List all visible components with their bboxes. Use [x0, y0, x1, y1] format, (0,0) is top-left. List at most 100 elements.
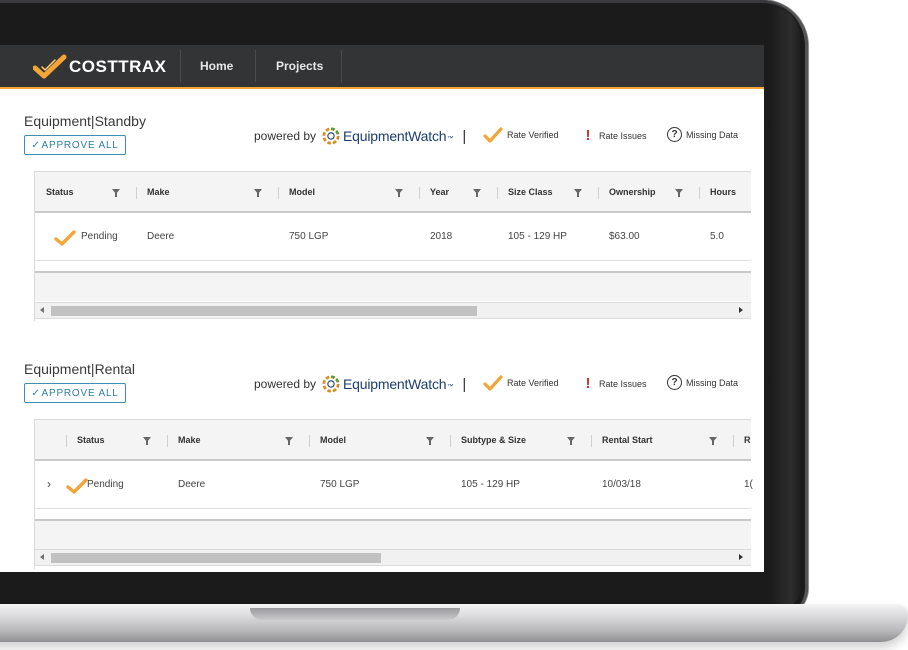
standby-approve-all-button[interactable]: ✓ APPROVE ALL — [24, 135, 126, 155]
scroll-left-arrow-icon[interactable] — [40, 554, 44, 560]
column-separator[interactable] — [591, 435, 592, 447]
standby-section-title: Equipment|Standby — [24, 113, 146, 129]
column-separator[interactable] — [450, 435, 451, 447]
column-separator[interactable] — [278, 187, 279, 199]
column-separator[interactable] — [497, 187, 498, 199]
legend-rate-issues: ! Rate Issues — [585, 375, 647, 392]
powered-by-equipmentwatch: powered by EquipmentWatch ™ | — [254, 127, 466, 145]
filter-icon[interactable] — [143, 437, 151, 445]
legend-rate-issues: ! Rate Issues — [585, 127, 647, 144]
cell-make: Deere — [178, 479, 206, 490]
equipmentwatch-gear-icon — [322, 375, 340, 393]
standby-horizontal-scrollbar[interactable] — [35, 302, 751, 319]
legend-rate-verified-label: Rate Verified — [507, 378, 559, 388]
cell-size-class: 105 - 129 HP — [508, 231, 567, 242]
scrollbar-thumb[interactable] — [51, 306, 477, 316]
column-separator[interactable] — [167, 435, 168, 447]
scrollbar-thumb[interactable] — [51, 553, 381, 563]
scroll-left-arrow-icon[interactable] — [40, 307, 44, 313]
rental-section-title: Equipment|Rental — [24, 361, 136, 377]
column-header-model[interactable]: Model — [320, 420, 346, 460]
filter-icon[interactable] — [112, 189, 120, 197]
rental-horizontal-scrollbar[interactable] — [35, 549, 751, 566]
filter-icon[interactable] — [567, 437, 575, 445]
column-separator[interactable] — [598, 187, 599, 199]
filter-icon[interactable] — [285, 437, 293, 445]
rental-grid-footer — [35, 519, 751, 549]
column-header-status[interactable]: Status — [46, 172, 74, 212]
filter-icon[interactable] — [574, 189, 582, 197]
column-header-model[interactable]: Model — [289, 172, 315, 212]
filter-icon[interactable] — [709, 437, 717, 445]
rental-approve-all-button[interactable]: ✓ APPROVE ALL — [24, 383, 126, 403]
legend-rate-verified-label: Rate Verified — [507, 130, 559, 140]
filter-icon[interactable] — [254, 189, 262, 197]
column-separator[interactable] — [309, 435, 310, 447]
check-orange-icon — [483, 375, 503, 391]
exclamation-icon: ! — [585, 375, 591, 392]
nav-projects[interactable]: Projects — [276, 45, 323, 87]
cell-status: Pending — [87, 479, 124, 490]
rental-grid: Status Make Model Subtype & Size Rental … — [34, 419, 764, 569]
filter-icon[interactable] — [675, 189, 683, 197]
filter-icon[interactable] — [395, 189, 403, 197]
column-separator[interactable] — [419, 187, 420, 199]
powered-by-equipmentwatch: powered by EquipmentWatch ™ | — [254, 375, 466, 393]
cell-status: Pending — [81, 231, 118, 242]
nav-divider — [255, 50, 256, 82]
chevron-right-icon[interactable]: › — [47, 461, 51, 509]
question-circle-icon: ? — [667, 127, 682, 142]
cell-year: 2018 — [430, 231, 453, 242]
vertical-divider: | — [462, 127, 467, 145]
check-orange-icon — [483, 127, 503, 143]
standby-grid-header: Status Make Model Year Size Class Owners… — [35, 171, 751, 213]
cell-make: Deere — [147, 231, 175, 242]
filter-icon[interactable] — [426, 437, 434, 445]
cell-hours: 5.0 — [710, 231, 724, 242]
legend-missing-data: ? Missing Data — [667, 127, 738, 142]
column-header-rental-end[interactable]: R — [744, 420, 751, 460]
rental-grid-header: Status Make Model Subtype & Size Rental … — [35, 419, 751, 461]
approve-all-label: APPROVE ALL — [41, 139, 119, 151]
trademark-mark: ™ — [447, 136, 454, 142]
top-nav-bar: COSTTRAX Home Projects — [0, 45, 764, 89]
exclamation-icon: ! — [585, 127, 591, 144]
column-header-make[interactable]: Make — [178, 420, 201, 460]
table-row[interactable]: Pending Deere 750 LGP 2018 105 - 129 HP … — [35, 213, 751, 261]
table-row[interactable]: › Pending Deere 750 LGP 105 - 129 HP 10/… — [35, 461, 753, 509]
column-separator[interactable] — [699, 187, 700, 199]
scroll-right-arrow-icon[interactable] — [739, 554, 743, 560]
nav-home[interactable]: Home — [200, 45, 233, 87]
legend-missing-data-label: Missing Data — [686, 377, 739, 388]
filter-icon[interactable] — [473, 189, 481, 197]
powered-by-label: powered by — [254, 129, 317, 143]
check-icon: ✓ — [31, 139, 41, 151]
checkmark-logo-icon — [33, 54, 67, 79]
column-header-size-class[interactable]: Size Class — [508, 172, 553, 212]
cell-model: 750 LGP — [320, 479, 360, 490]
column-separator[interactable] — [66, 435, 67, 447]
nav-divider — [341, 50, 342, 82]
brand-logo[interactable]: COSTTRAX — [33, 52, 183, 82]
scroll-right-arrow-icon[interactable] — [739, 307, 743, 313]
column-header-status[interactable]: Status — [77, 420, 105, 460]
column-header-make[interactable]: Make — [147, 172, 170, 212]
column-separator[interactable] — [136, 187, 137, 199]
column-header-ownership[interactable]: Ownership — [609, 172, 656, 212]
column-separator[interactable] — [733, 435, 734, 447]
cell-rental-end: 1( — [744, 479, 753, 490]
standby-grid-footer — [35, 271, 751, 301]
cell-model: 750 LGP — [289, 231, 329, 242]
cell-rental-start: 10/03/18 — [602, 479, 641, 490]
column-header-year[interactable]: Year — [430, 172, 449, 212]
column-header-rental-start[interactable]: Rental Start — [602, 420, 653, 460]
equipmentwatch-name: EquipmentWatch — [343, 376, 447, 392]
cell-subtype-size: 105 - 129 HP — [461, 479, 520, 490]
column-header-hours[interactable]: Hours — [710, 172, 736, 212]
vertical-divider: | — [462, 375, 467, 393]
column-header-subtype-size[interactable]: Subtype & Size — [461, 420, 526, 460]
app-screen: COSTTRAX Home Projects Equipment|Standby… — [0, 45, 764, 572]
cell-ownership: $63.00 — [609, 231, 640, 242]
equipmentwatch-gear-icon — [322, 127, 340, 145]
check-icon: ✓ — [31, 387, 41, 399]
